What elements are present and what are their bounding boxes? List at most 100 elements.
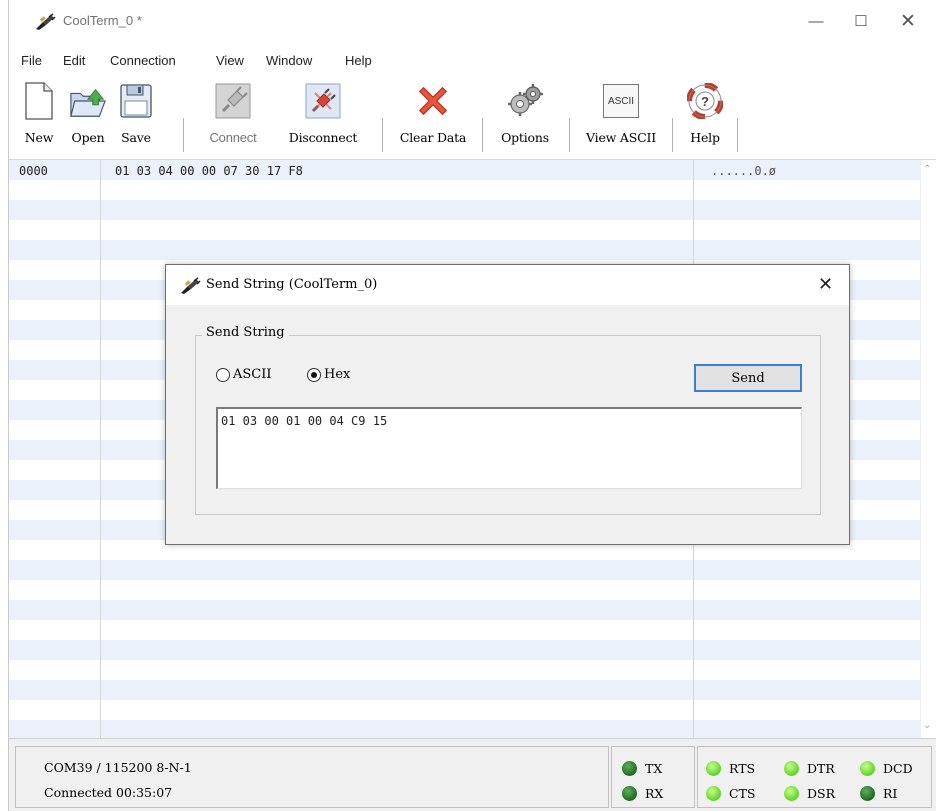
options-label: Options: [501, 130, 549, 145]
connection-time: Connected 00:35:07: [44, 785, 173, 800]
row-offset: 0000: [19, 164, 48, 178]
dialog-title: Send String (CoolTerm_0): [206, 277, 378, 292]
scroll-down-icon[interactable]: ⌄: [923, 720, 931, 731]
menu-bar: File Edit Connection View Window Help: [8, 44, 936, 74]
clear-data-button[interactable]: Clear Data: [393, 74, 473, 160]
toolbar-separator: [183, 118, 184, 152]
data-row: 0000 01 03 04 00 00 07 30 17 F8 ......0.…: [9, 160, 920, 180]
open-folder-icon: [69, 81, 107, 121]
toolbar-separator: [672, 118, 673, 152]
menu-view[interactable]: View: [216, 53, 244, 68]
dialog-title-bar: Send String (CoolTerm_0) ✕: [166, 265, 849, 305]
options-gears-icon: [506, 81, 544, 121]
radio-selected-dot: [311, 371, 317, 378]
dialog-close-button[interactable]: ✕: [818, 274, 833, 295]
toolbar-separator: [569, 118, 570, 152]
group-label: Send String: [202, 325, 289, 340]
radio-hex-label: Hex: [324, 367, 351, 382]
signal-lines-box: RTS CTS DTR DSR DCD RI: [697, 746, 932, 808]
dsr-led: DSR: [784, 786, 835, 801]
dsr-led-icon: [784, 786, 799, 801]
dsr-label: DSR: [807, 786, 835, 801]
disconnect-plug-icon: [304, 81, 342, 121]
toolbar-separator: [737, 118, 738, 152]
menu-help[interactable]: Help: [345, 53, 372, 68]
radio-hex-circle: [307, 367, 321, 382]
view-ascii-label: View ASCII: [586, 130, 656, 145]
radio-ascii-circle: [216, 367, 230, 382]
connect-button[interactable]: Connect: [201, 74, 265, 160]
toolbar: New Open Save Connect Disconnect Clear D…: [8, 74, 936, 160]
clear-x-icon: [414, 81, 452, 121]
maximize-button[interactable]: ☐: [838, 6, 884, 36]
help-lifebuoy-icon: ?: [686, 81, 724, 121]
new-document-icon: [20, 81, 58, 121]
send-string-input[interactable]: 01 03 00 01 00 04 C9 15: [216, 407, 802, 489]
connect-plug-icon: [214, 81, 252, 121]
close-button[interactable]: ✕: [885, 6, 931, 36]
txrx-box: TX RX: [611, 746, 695, 808]
rx-led: RX: [622, 786, 663, 801]
row-stripe: [9, 680, 920, 700]
maximize-icon: ☐: [854, 13, 868, 30]
menu-file[interactable]: File: [21, 53, 42, 68]
dtr-led-icon: [784, 761, 799, 776]
row-stripe: [9, 640, 920, 660]
new-label: New: [24, 130, 54, 145]
toolbar-separator: [382, 118, 383, 152]
rts-led[interactable]: RTS: [706, 761, 755, 776]
minimize-button[interactable]: —: [793, 6, 839, 36]
dtr-led[interactable]: DTR: [784, 761, 835, 776]
coolterm-app-icon: [181, 277, 201, 294]
open-label: Open: [71, 130, 105, 145]
vertical-scrollbar[interactable]: ⌃ ⌄: [920, 160, 936, 738]
row-ascii: ......0.ø: [711, 164, 777, 178]
window-title: CoolTerm_0 *: [63, 13, 142, 28]
clear-data-label: Clear Data: [399, 130, 467, 145]
open-button[interactable]: Open: [65, 74, 111, 160]
column-divider: [100, 160, 101, 738]
radio-ascii[interactable]: ASCII: [216, 367, 272, 382]
options-button[interactable]: Options: [493, 74, 557, 160]
disconnect-button[interactable]: Disconnect: [279, 74, 367, 160]
save-label: Save: [121, 130, 151, 145]
minimize-icon: —: [808, 12, 824, 30]
dcd-led-icon: [860, 761, 875, 776]
tx-led-icon: [622, 761, 637, 776]
row-stripe: [9, 720, 920, 738]
coolterm-app-icon: [36, 13, 56, 30]
save-button[interactable]: Save: [115, 74, 157, 160]
view-ascii-button[interactable]: ASCII View ASCII: [581, 74, 661, 160]
row-stripe: [9, 560, 920, 580]
rx-led-icon: [622, 786, 637, 801]
rts-label: RTS: [729, 761, 756, 776]
tx-led: TX: [622, 761, 662, 776]
svg-text:?: ?: [701, 94, 709, 109]
send-string-dialog: Send String (CoolTerm_0) ✕ Send String A…: [165, 264, 850, 545]
save-disk-icon: [117, 81, 155, 121]
row-stripe: [9, 240, 920, 260]
disconnect-label: Disconnect: [288, 130, 358, 145]
ascii-icon-text: ASCII: [603, 84, 639, 118]
menu-connection[interactable]: Connection: [110, 53, 176, 68]
new-button[interactable]: New: [19, 74, 59, 160]
help-button[interactable]: ? Help: [685, 74, 725, 160]
dcd-led: DCD: [860, 761, 913, 776]
radio-hex[interactable]: Hex: [307, 367, 350, 382]
status-bar: COM39 / 115200 8-N-1 Connected 00:35:07 …: [8, 738, 936, 811]
connect-label: Connect: [209, 130, 257, 145]
ri-label: RI: [883, 786, 898, 801]
menu-edit[interactable]: Edit: [63, 53, 85, 68]
menu-window[interactable]: Window: [266, 53, 312, 68]
dcd-label: DCD: [883, 761, 913, 776]
scroll-up-icon[interactable]: ⌃: [923, 164, 931, 175]
dtr-label: DTR: [807, 761, 835, 776]
ri-led-icon: [860, 786, 875, 801]
close-icon: ✕: [900, 10, 916, 32]
rts-led-icon: [706, 761, 721, 776]
radio-ascii-label: ASCII: [233, 367, 272, 382]
cts-led-icon: [706, 786, 721, 801]
toolbar-separator: [482, 118, 483, 152]
send-button[interactable]: Send: [694, 364, 802, 392]
row-stripe: [9, 600, 920, 620]
